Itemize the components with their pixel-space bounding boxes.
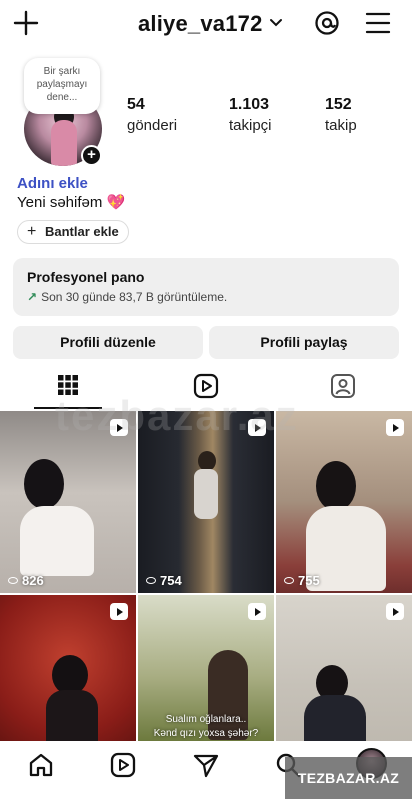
reel-icon <box>248 603 266 620</box>
posts-grid: 826 754 755 Sualım oğlanlara.. Kənd qızı… <box>0 411 412 777</box>
stat-posts[interactable]: 54 gönderi <box>127 96 177 134</box>
stat-followers-label: takipçi <box>229 117 272 134</box>
post-views-count: 754 <box>160 573 182 588</box>
note-bubble[interactable]: Bir şarkı paylaşmayı dene... <box>24 58 100 114</box>
stat-followers[interactable]: 1.103 takipçi <box>229 96 272 134</box>
eye-icon <box>146 577 156 584</box>
reel-icon <box>386 603 404 620</box>
add-name-link[interactable]: Adını ekle <box>17 175 88 192</box>
create-plus-icon[interactable] <box>12 9 40 37</box>
post-figure <box>194 469 218 519</box>
edit-profile-button[interactable]: Profili düzenle <box>13 326 203 359</box>
post-figure <box>52 655 88 695</box>
send-icon[interactable] <box>192 751 220 779</box>
threads-icon[interactable] <box>314 10 340 36</box>
stat-following[interactable]: 152 takip <box>325 96 357 134</box>
stat-followers-value: 1.103 <box>229 96 270 113</box>
post-figure <box>198 451 216 471</box>
trend-up-icon: ↗ <box>27 290 38 304</box>
share-profile-button[interactable]: Profili paylaş <box>209 326 399 359</box>
menu-icon[interactable] <box>365 11 391 35</box>
stat-following-value: 152 <box>325 96 352 113</box>
add-bands-button[interactable]: + Bantlar ekle <box>17 220 129 244</box>
reel-icon <box>110 603 128 620</box>
stat-posts-label: gönderi <box>127 117 178 134</box>
reels-icon[interactable] <box>109 751 137 779</box>
post-figure <box>316 461 356 511</box>
watermark-overlay: tezbazar.az <box>55 392 299 439</box>
dashboard-subtitle-text: Son 30 günde 83,7 B görüntüleme. <box>41 290 228 304</box>
add-bands-label: Bantlar ekle <box>45 224 119 239</box>
dashboard-subtitle: ↗ Son 30 günde 83,7 B görüntüleme. <box>27 290 385 304</box>
tagged-icon <box>331 374 355 398</box>
post-views: 754 <box>146 573 182 588</box>
dashboard-title: Profesyonel pano <box>27 269 145 285</box>
post-views-count: 755 <box>298 573 320 588</box>
home-icon[interactable] <box>27 751 55 779</box>
post-views-count: 826 <box>22 573 44 588</box>
stat-following-label: takip <box>325 117 357 134</box>
post-figure <box>24 459 64 509</box>
bio-text: Yeni səhifəm 💖 <box>17 194 126 211</box>
top-bar: aliye_va172 <box>0 0 412 50</box>
watermark-badge: TEZBAZAR.AZ <box>285 757 412 799</box>
post-figure <box>20 506 94 576</box>
chevron-down-icon[interactable] <box>269 16 283 30</box>
eye-icon <box>8 577 18 584</box>
stat-posts-value: 54 <box>127 96 145 113</box>
post-views: 826 <box>8 573 44 588</box>
reel-icon <box>386 419 404 436</box>
post-views: 755 <box>284 573 320 588</box>
post-caption: Sualım oğlanlara.. Kənd qızı yoxsa şəhər… <box>153 714 259 739</box>
plus-icon: + <box>27 223 37 240</box>
avatar-figure <box>51 120 77 166</box>
add-story-plus-icon[interactable]: + <box>81 145 102 166</box>
eye-icon <box>284 577 294 584</box>
username-title[interactable]: aliye_va172 <box>138 11 263 37</box>
professional-dashboard[interactable]: Profesyonel pano ↗ Son 30 günde 83,7 B gö… <box>13 258 399 316</box>
